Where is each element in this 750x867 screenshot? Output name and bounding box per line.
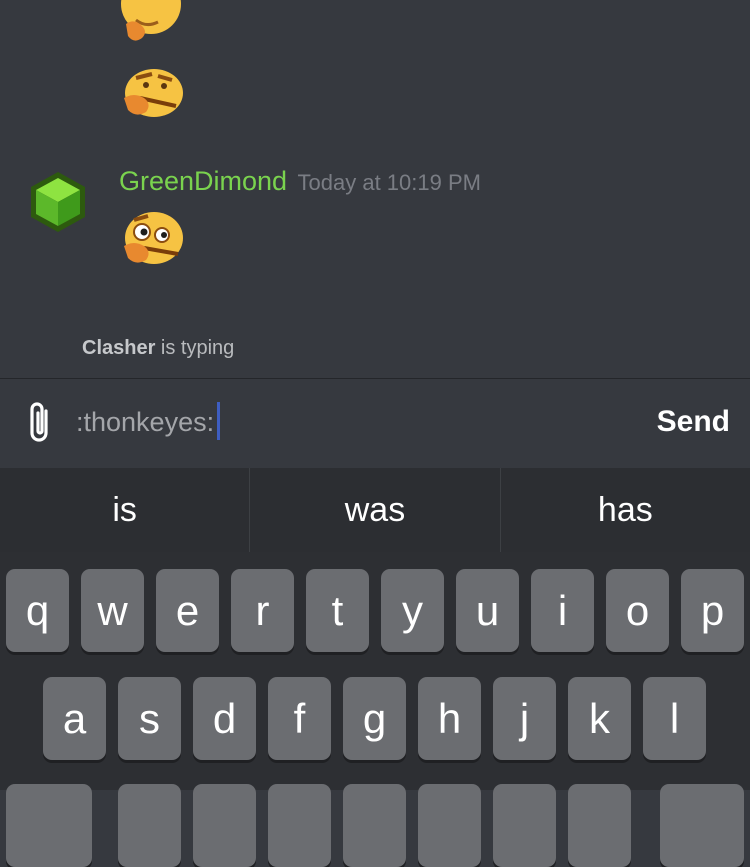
suggestion-2[interactable]: was xyxy=(250,468,501,552)
key-b[interactable] xyxy=(418,784,481,867)
predictive-bar: is was has xyxy=(0,468,750,552)
key-o[interactable]: o xyxy=(606,569,669,652)
key-k[interactable]: k xyxy=(568,677,631,760)
key-y[interactable]: y xyxy=(381,569,444,652)
key-g[interactable]: g xyxy=(343,677,406,760)
key-i[interactable]: i xyxy=(531,569,594,652)
timestamp: Today at 10:19 PM xyxy=(297,170,481,195)
key-p[interactable]: p xyxy=(681,569,744,652)
typing-user: Clasher xyxy=(82,337,156,359)
key-z[interactable] xyxy=(118,784,181,867)
key-d[interactable]: d xyxy=(193,677,256,760)
key-h[interactable]: h xyxy=(418,677,481,760)
key-q[interactable]: q xyxy=(6,569,69,652)
key-t[interactable]: t xyxy=(306,569,369,652)
send-button[interactable]: Send xyxy=(657,405,730,439)
thonk-emoji xyxy=(121,0,181,41)
key-j[interactable]: j xyxy=(493,677,556,760)
message-composer: :thonkeyes: Send xyxy=(0,378,750,469)
key-u[interactable]: u xyxy=(456,569,519,652)
key-s[interactable]: s xyxy=(118,677,181,760)
shift-key[interactable] xyxy=(6,784,92,867)
key-l[interactable]: l xyxy=(643,677,706,760)
suggestion-1[interactable]: is xyxy=(0,468,251,552)
key-a[interactable]: a xyxy=(43,677,106,760)
paperclip-icon[interactable] xyxy=(24,399,54,447)
thonkeyes-emoji xyxy=(124,212,183,264)
key-m[interactable] xyxy=(568,784,631,867)
key-v[interactable] xyxy=(343,784,406,867)
key-n[interactable] xyxy=(493,784,556,867)
chat-area: GreenDimond Today at 10:19 PM Clasher is… xyxy=(0,0,750,378)
message-header: GreenDimond Today at 10:19 PM xyxy=(119,166,481,197)
key-w[interactable]: w xyxy=(81,569,144,652)
thonk-emoji xyxy=(124,69,183,117)
key-f[interactable]: f xyxy=(268,677,331,760)
suggestion-3[interactable]: has xyxy=(501,468,750,552)
key-c[interactable] xyxy=(268,784,331,867)
message-input-value: :thonkeyes: xyxy=(76,407,215,437)
key-e[interactable]: e xyxy=(156,569,219,652)
key-r[interactable]: r xyxy=(231,569,294,652)
key-x[interactable] xyxy=(193,784,256,867)
avatar[interactable] xyxy=(26,170,90,234)
typing-text: is typing xyxy=(155,337,235,359)
typing-indicator: Clasher is typing xyxy=(82,337,234,360)
username[interactable]: GreenDimond xyxy=(119,166,287,196)
text-caret xyxy=(217,401,221,440)
keyboard: q w e r t y u i o p a s d f g h j k l xyxy=(0,552,750,867)
delete-key[interactable] xyxy=(660,784,744,867)
message-input[interactable]: :thonkeyes: xyxy=(76,401,221,440)
